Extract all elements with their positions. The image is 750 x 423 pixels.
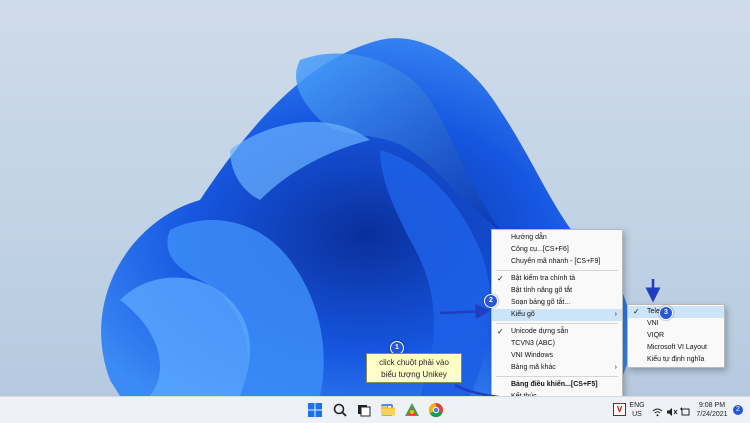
menu-item[interactable]: ✓ Bật kiểm tra chính tả xyxy=(492,273,622,285)
chevron-right-icon: › xyxy=(614,364,617,371)
submenu-item-label: VIQR xyxy=(647,332,665,339)
menu-item-label: Hướng dẫn xyxy=(511,234,547,241)
menu-item[interactable]: Bảng mã khác › xyxy=(492,362,622,374)
unikey-menu-items: Hướng dẫn Công cụ...[CS+F6] Chuyển mã nhan… xyxy=(492,232,622,403)
menu-item[interactable]: Công cụ...[CS+F6] xyxy=(492,244,622,256)
tooltip-line-1: click chuột phải vào xyxy=(379,358,449,367)
volume-mute-icon[interactable] xyxy=(666,404,678,422)
chevron-right-icon: › xyxy=(614,311,617,318)
taskbar: V ENG US 9:08 PM 7/24/2021 2 xyxy=(0,396,750,423)
menu-item-label: Unicode dựng sẵn xyxy=(511,328,569,335)
menu-item-label: Bảng mã khác xyxy=(511,364,556,371)
submenu-item-label: Kiểu tự định nghĩa xyxy=(647,356,705,363)
menu-item[interactable]: ✓ Unicode dựng sẵn xyxy=(492,326,622,338)
menu-separator xyxy=(496,376,618,377)
step-badge-3: 3 xyxy=(659,306,673,320)
menu-item-label: Chuyển mã nhanh - [CS+F9] xyxy=(511,258,601,265)
menu-item-label: TCVN3 (ABC) xyxy=(511,340,555,347)
menu-item-label: VNI Windows xyxy=(511,352,554,359)
menu-separator xyxy=(496,270,618,271)
menu-item[interactable]: Kiểu gõ › xyxy=(492,309,622,321)
check-icon: ✓ xyxy=(497,274,504,283)
unikey-context-menu: Hướng dẫn Công cụ...[CS+F6] Chuyển mã nhan… xyxy=(491,229,623,406)
wifi-icon[interactable] xyxy=(652,404,663,422)
menu-item[interactable]: Bật tính năng gõ tắt xyxy=(492,285,622,297)
input-method-items: ✓ Telex VNI VIQR Microsoft VI Layout Kiểu tự … xyxy=(628,306,724,366)
language-code: ENG xyxy=(629,402,645,409)
menu-item[interactable]: TCVN3 (ABC) xyxy=(492,338,622,350)
menu-item[interactable]: Soạn bảng gõ tắt... xyxy=(492,297,622,309)
menu-item-label: Bật kiểm tra chính tả xyxy=(511,275,576,282)
submenu-item[interactable]: Microsoft VI Layout xyxy=(628,342,724,354)
windows-start-icon[interactable] xyxy=(307,402,323,418)
clock-date: 7/24/2021 xyxy=(696,411,728,418)
submenu-item-label: Microsoft VI Layout xyxy=(647,344,707,351)
submenu-item[interactable]: VNI xyxy=(628,318,724,330)
menu-separator xyxy=(496,323,618,324)
sync-icon[interactable] xyxy=(680,404,691,422)
check-icon: ✓ xyxy=(633,307,640,316)
task-view-icon[interactable] xyxy=(356,402,372,418)
tooltip-line-2: biểu tượng Unikey xyxy=(381,370,447,379)
clock[interactable]: 9:08 PM 7/24/2021 xyxy=(694,401,730,419)
region-code: US xyxy=(632,411,642,418)
notification-badge[interactable]: 2 xyxy=(733,405,743,415)
menu-item-label: Bật tính năng gõ tắt xyxy=(511,287,573,294)
check-icon: ✓ xyxy=(497,327,504,336)
language-indicator[interactable]: ENG US xyxy=(626,401,648,419)
chrome-icon[interactable] xyxy=(428,402,444,418)
submenu-item[interactable]: VIQR xyxy=(628,330,724,342)
menu-item-label: Kiểu gõ xyxy=(511,311,535,318)
submenu-item[interactable]: ✓ Telex xyxy=(628,306,724,318)
menu-item-label: Công cụ...[CS+F6] xyxy=(511,246,569,253)
clock-time: 9:08 PM xyxy=(698,402,726,409)
menu-item-label: Bảng điều khiển...[CS+F5] xyxy=(511,381,598,388)
unikey-tray-icon[interactable]: V xyxy=(613,403,626,416)
menu-item[interactable]: Chuyển mã nhanh - [CS+F9] xyxy=(492,256,622,268)
menu-item[interactable]: Bảng điều khiển...[CS+F5] xyxy=(492,379,622,391)
submenu-item-label: VNI xyxy=(647,320,659,327)
app-icon[interactable] xyxy=(404,402,420,418)
input-method-submenu: ✓ Telex VNI VIQR Microsoft VI Layout Kiểu tự … xyxy=(627,304,725,368)
instruction-tooltip: click chuột phải vào biểu tượng Unikey xyxy=(366,353,462,383)
menu-item-label: Soạn bảng gõ tắt... xyxy=(511,299,571,306)
step-badge-2: 2 xyxy=(484,294,498,308)
menu-item[interactable]: Hướng dẫn xyxy=(492,232,622,244)
search-icon[interactable] xyxy=(332,402,348,418)
menu-item[interactable]: VNI Windows xyxy=(492,350,622,362)
submenu-item[interactable]: Kiểu tự định nghĩa xyxy=(628,354,724,366)
folder-icon[interactable] xyxy=(380,402,396,418)
